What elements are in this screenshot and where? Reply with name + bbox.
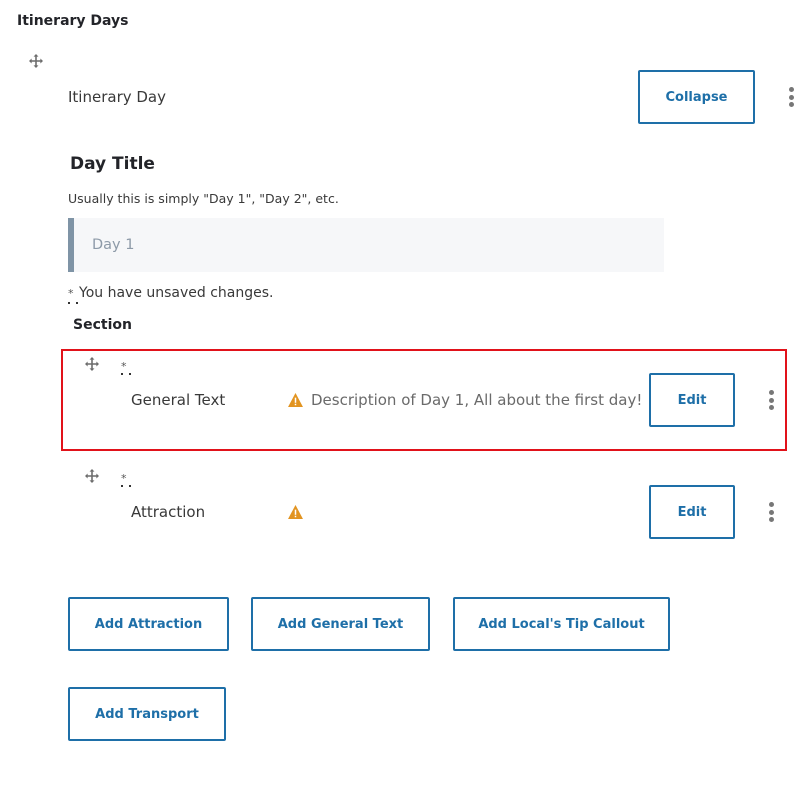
collapse-button[interactable]: Collapse: [638, 70, 755, 124]
add-general-text-button[interactable]: Add General Text: [251, 597, 430, 651]
section-label: Section: [73, 317, 132, 333]
unsaved-changes-notice: * You have unsaved changes.: [68, 285, 274, 304]
page-title: Itinerary Days: [17, 13, 129, 29]
move-arrows-icon[interactable]: [85, 357, 99, 371]
day-title-label: Day Title: [70, 154, 155, 174]
kebab-vertical-icon[interactable]: [788, 87, 794, 107]
move-arrows-icon[interactable]: [85, 469, 99, 483]
changed-marker: *: [121, 361, 129, 375]
kebab-vertical-icon[interactable]: [768, 390, 774, 410]
section-item-type: Attraction: [131, 503, 206, 521]
warning-triangle-icon: [288, 393, 303, 407]
add-locals-tip-callout-button[interactable]: Add Local's Tip Callout: [453, 597, 670, 651]
day-title-input[interactable]: [68, 218, 664, 272]
changed-marker: *: [121, 473, 129, 487]
add-transport-button[interactable]: Add Transport: [68, 687, 226, 741]
section-item-summary: Description of Day 1, All about the firs…: [311, 391, 643, 409]
unsaved-marker: *: [68, 287, 78, 304]
edit-button[interactable]: Edit: [649, 485, 735, 539]
unsaved-message: You have unsaved changes.: [79, 285, 274, 301]
add-attraction-button[interactable]: Add Attraction: [68, 597, 229, 651]
warning-triangle-icon: [288, 505, 303, 519]
kebab-vertical-icon[interactable]: [768, 502, 774, 522]
section-item-type: General Text: [131, 391, 226, 409]
day-title-description: Usually this is simply "Day 1", "Day 2",…: [68, 191, 339, 206]
itinerary-day-label: Itinerary Day: [68, 88, 166, 106]
move-arrows-icon[interactable]: [29, 54, 43, 68]
edit-button[interactable]: Edit: [649, 373, 735, 427]
